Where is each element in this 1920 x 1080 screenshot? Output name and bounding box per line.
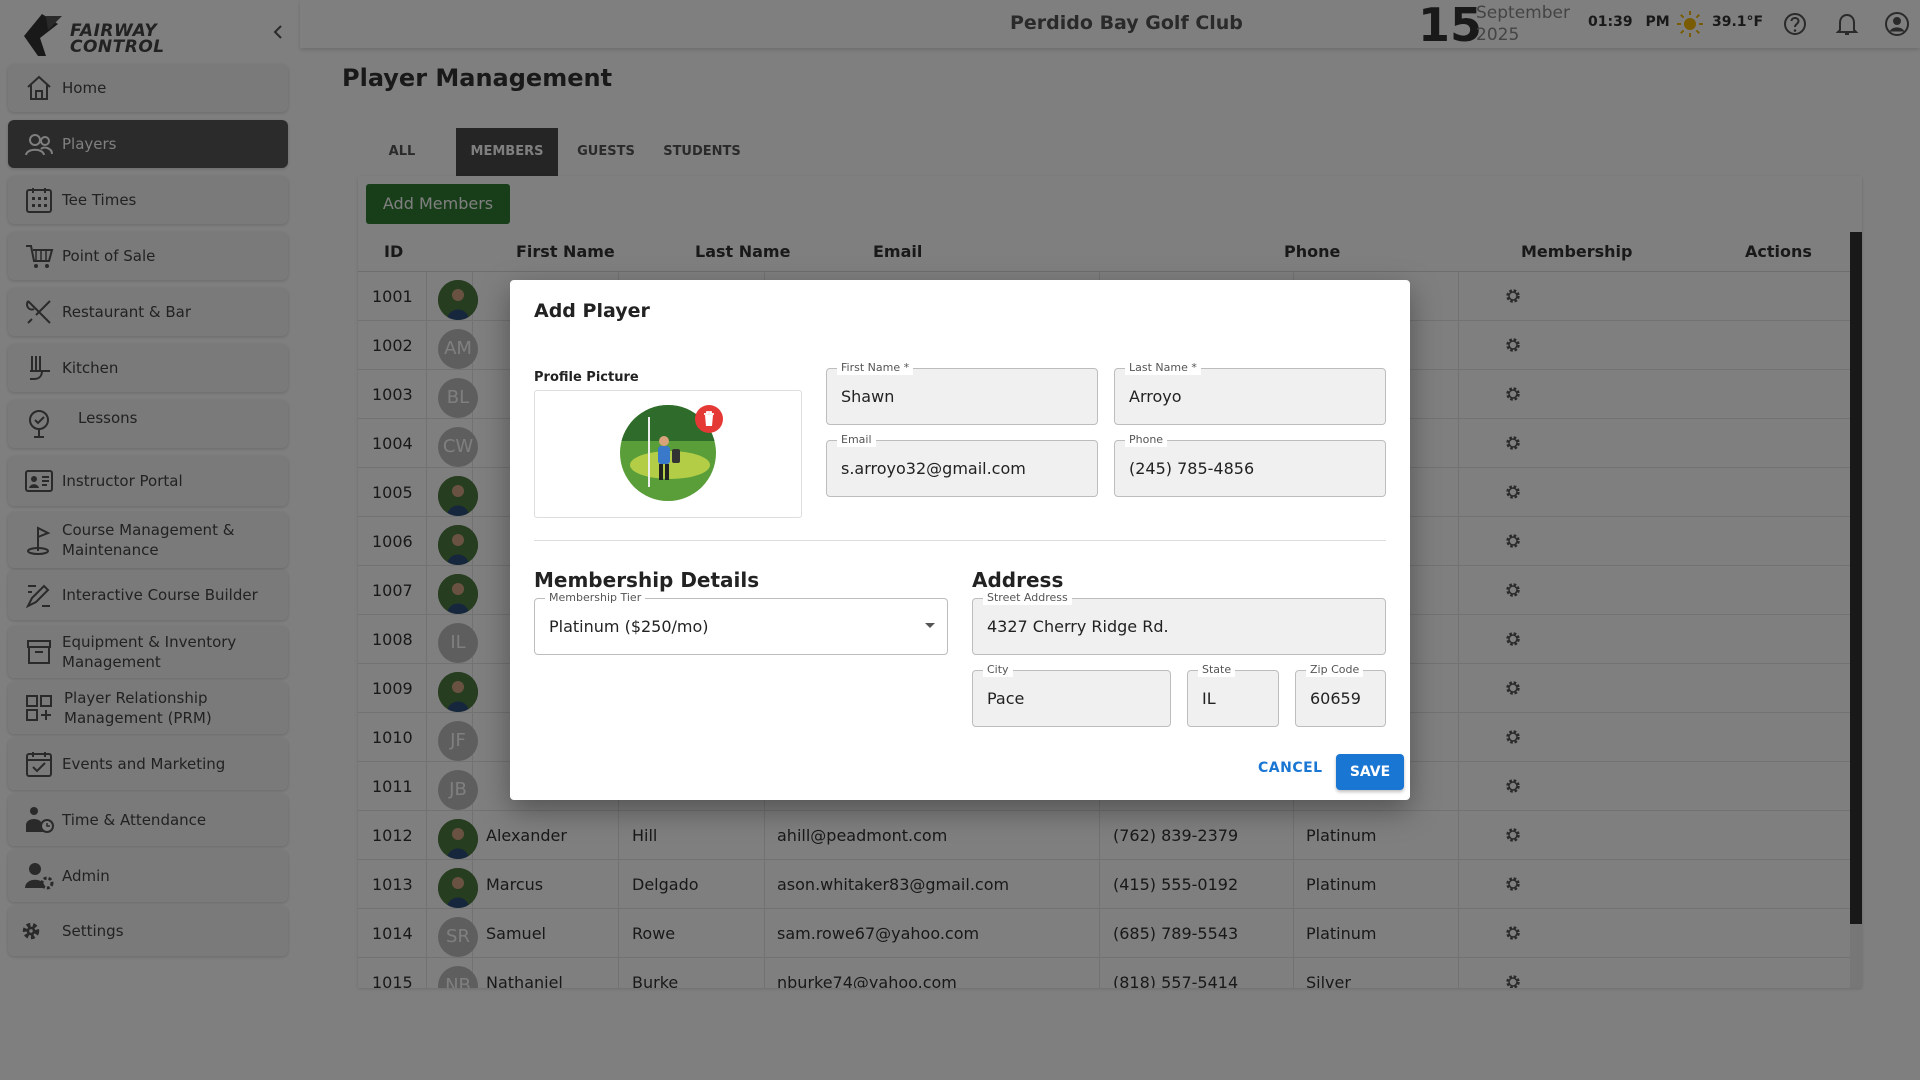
- email-field[interactable]: Email s.arroyo32@gmail.com: [826, 433, 1098, 497]
- cancel-button[interactable]: CANCEL: [1258, 760, 1323, 776]
- state-value: IL: [1202, 689, 1216, 708]
- phone-value: (245) 785-4856: [1129, 459, 1255, 478]
- first-name-field[interactable]: First Name * Shawn: [826, 361, 1098, 425]
- profile-picture-dropzone[interactable]: [534, 390, 802, 518]
- zip-code-value: 60659: [1310, 689, 1361, 708]
- state-field[interactable]: State IL: [1187, 663, 1279, 727]
- membership-tier-value: Platinum ($250/mo): [549, 617, 709, 636]
- last-name-value: Arroyo: [1129, 387, 1182, 406]
- membership-details-title: Membership Details: [534, 568, 760, 592]
- phone-field[interactable]: Phone (245) 785-4856: [1114, 433, 1386, 497]
- city-field[interactable]: City Pace: [972, 663, 1171, 727]
- zip-code-field[interactable]: Zip Code 60659: [1295, 663, 1386, 727]
- trash-icon: [704, 411, 714, 426]
- street-address-field[interactable]: Street Address 4327 Cherry Ridge Rd.: [972, 591, 1386, 655]
- add-player-dialog: Add Player Profile Picture First Name * …: [510, 280, 1410, 800]
- dropdown-arrow-icon: [925, 623, 935, 628]
- delete-photo-button[interactable]: [695, 405, 723, 433]
- street-address-value: 4327 Cherry Ridge Rd.: [987, 617, 1169, 636]
- first-name-value: Shawn: [841, 387, 895, 406]
- last-name-field[interactable]: Last Name * Arroyo: [1114, 361, 1386, 425]
- dialog-title: Add Player: [534, 300, 650, 322]
- email-value: s.arroyo32@gmail.com: [841, 459, 1026, 478]
- save-button[interactable]: SAVE: [1336, 754, 1404, 790]
- dialog-divider: [534, 540, 1386, 541]
- address-title: Address: [972, 568, 1064, 592]
- profile-picture-label: Profile Picture: [534, 370, 639, 385]
- membership-tier-select[interactable]: Membership Tier Platinum ($250/mo): [534, 591, 948, 655]
- city-value: Pace: [987, 689, 1025, 708]
